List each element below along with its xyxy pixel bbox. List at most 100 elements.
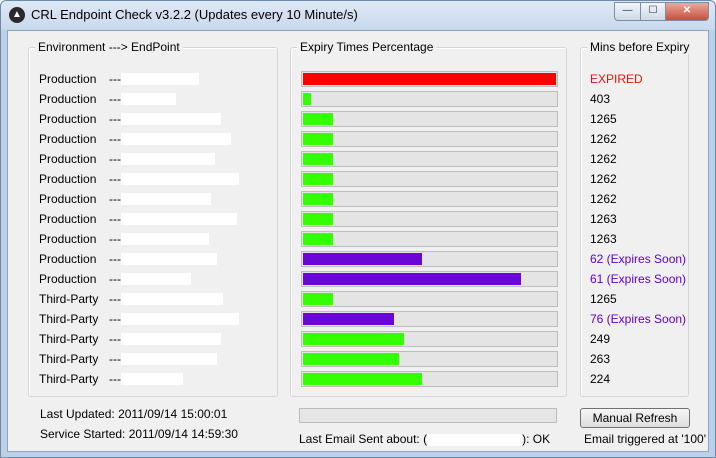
environment-row: Third-Party --->	[29, 309, 277, 329]
window-controls: — ☐ ✕	[614, 2, 709, 21]
redacted-endpoint	[121, 333, 221, 345]
expiry-bar	[301, 171, 558, 187]
expiry-bar-fill	[303, 133, 333, 145]
last-email-suffix: ): OK	[522, 432, 551, 446]
service-started-label: Service Started:	[40, 427, 126, 441]
last-email-prefix: Last Email Sent about: (	[299, 432, 428, 446]
maximize-button[interactable]: ☐	[641, 2, 666, 21]
mins-value: 76 (Expires Soon)	[590, 312, 687, 326]
expiry-bar	[301, 71, 558, 87]
last-updated: Last Updated: 2011/09/14 15:00:01	[40, 407, 227, 421]
environment-group: Environment ---> EndPoint Production --->…	[28, 40, 278, 397]
expiry-bar	[301, 191, 558, 207]
app-logo-icon: ▲	[9, 7, 25, 23]
redacted-endpoint	[121, 73, 199, 85]
environment-type: Production	[39, 172, 97, 186]
mins-group-title: Mins before Expiry	[587, 40, 693, 54]
environment-row: Production --->	[29, 69, 277, 89]
environment-row: Third-Party --->	[29, 289, 277, 309]
expiry-bar-fill	[303, 193, 333, 205]
expiry-bar-fill	[303, 73, 556, 85]
expiry-bar	[301, 291, 558, 307]
environment-row: Production --->	[29, 209, 277, 229]
environment-row: Third-Party --->	[29, 329, 277, 349]
mins-value: 249	[590, 332, 611, 346]
expiry-bar-fill	[303, 93, 311, 105]
expiry-bar	[301, 91, 558, 107]
mins-value: 62 (Expires Soon)	[590, 252, 687, 266]
redacted-endpoint	[121, 113, 221, 125]
redacted-endpoint	[121, 93, 176, 105]
redacted-endpoint	[121, 153, 215, 165]
mins-value: 1262	[590, 192, 617, 206]
mins-value: 1263	[590, 212, 617, 226]
environment-type: Production	[39, 132, 97, 146]
title-bar[interactable]: ▲ CRL Endpoint Check v3.2.2 (Updates eve…	[1, 1, 715, 29]
last-email-status: Last Email Sent about: ( ): OK	[299, 432, 550, 446]
expiry-bar	[301, 351, 558, 367]
expiry-bar	[301, 251, 558, 267]
environment-type: Production	[39, 252, 97, 266]
environment-row: Third-Party --->	[29, 349, 277, 369]
mins-value: 1263	[590, 232, 617, 246]
redacted-endpoint	[121, 373, 183, 385]
environment-type: Production	[39, 72, 97, 86]
expiry-bar-fill	[303, 253, 422, 265]
expiry-bar-fill	[303, 273, 521, 285]
environment-type: Production	[39, 92, 97, 106]
redacted-endpoint	[121, 173, 239, 185]
application-window: ▲ CRL Endpoint Check v3.2.2 (Updates eve…	[0, 0, 716, 458]
environment-row: Production --->	[29, 249, 277, 269]
expiry-group: Expiry Times Percentage	[290, 40, 567, 397]
redacted-endpoint	[121, 353, 217, 365]
manual-refresh-button[interactable]: Manual Refresh	[580, 408, 690, 428]
expiry-bar-fill	[303, 313, 394, 325]
environment-row: Production --->	[29, 129, 277, 149]
expiry-bar-fill	[303, 373, 422, 385]
expiry-bar-fill	[303, 173, 333, 185]
redacted-endpoint	[121, 253, 217, 265]
environment-type: Third-Party	[39, 312, 99, 326]
environment-row: Production --->	[29, 229, 277, 249]
client-area: Environment ---> EndPoint Production --->…	[7, 30, 709, 452]
environment-row: Production --->	[29, 189, 277, 209]
environment-row: Production --->	[29, 269, 277, 289]
window-title: CRL Endpoint Check v3.2.2 (Updates every…	[31, 7, 358, 22]
expiry-bar-fill	[303, 213, 333, 225]
email-trigger-text: Email triggered at '100'	[584, 432, 706, 446]
environment-row: Third-Party --->	[29, 369, 277, 389]
expiry-group-title: Expiry Times Percentage	[297, 40, 437, 54]
service-started: Service Started: 2011/09/14 14:59:30	[40, 427, 238, 441]
last-updated-label: Last Updated:	[40, 407, 115, 421]
progress-bar	[299, 408, 557, 423]
redacted-endpoint	[121, 273, 191, 285]
mins-value: 61 (Expires Soon)	[590, 272, 687, 286]
expiry-bar	[301, 271, 558, 287]
environment-type: Third-Party	[39, 372, 99, 386]
environment-type: Third-Party	[39, 352, 99, 366]
environment-type: Production	[39, 232, 97, 246]
expiry-bar	[301, 331, 558, 347]
environment-type: Production	[39, 112, 97, 126]
expiry-bar	[301, 371, 558, 387]
minimize-button[interactable]: —	[614, 2, 641, 21]
redacted-endpoint	[121, 193, 211, 205]
expiry-bar	[301, 231, 558, 247]
service-started-value: 2011/09/14 14:59:30	[128, 427, 238, 441]
expiry-bar-fill	[303, 233, 333, 245]
redacted-endpoint	[121, 133, 231, 145]
mins-value: 224	[590, 372, 611, 386]
environment-type: Third-Party	[39, 332, 99, 346]
expiry-bar-fill	[303, 113, 333, 125]
expiry-bar	[301, 211, 558, 227]
mins-value: 1262	[590, 132, 617, 146]
expiry-bar-fill	[303, 293, 333, 305]
expiry-bar-fill	[303, 353, 399, 365]
environment-row: Production --->	[29, 89, 277, 109]
mins-value: 1265	[590, 292, 617, 306]
mins-value: 263	[590, 352, 611, 366]
expiry-bar-fill	[303, 333, 404, 345]
close-button[interactable]: ✕	[666, 2, 709, 21]
environment-type: Third-Party	[39, 292, 99, 306]
expiry-bar	[301, 151, 558, 167]
